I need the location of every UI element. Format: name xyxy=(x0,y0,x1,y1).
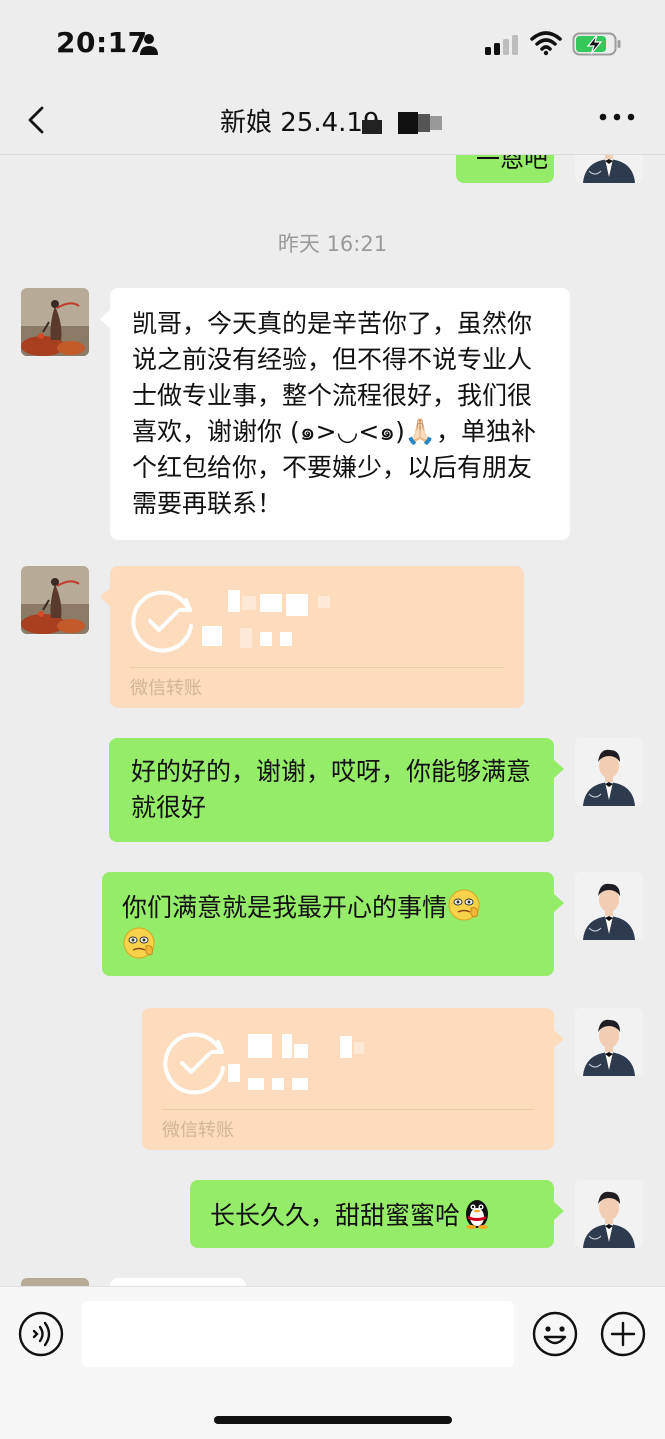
smirk-emoji-icon xyxy=(447,888,481,922)
message-text: 凯哥，今天真的是辛苦你了，虽然你说之前没有经验，但不得不说专业人士做专业事，整个… xyxy=(132,309,537,518)
transfer-divider xyxy=(162,1109,534,1110)
penguin-emoji-icon xyxy=(460,1196,494,1230)
transfer-card[interactable]: 微信转账 xyxy=(100,566,524,708)
message-text: 一恩吧 xyxy=(476,155,548,173)
avatar[interactable] xyxy=(575,1180,643,1248)
avatar-partial xyxy=(21,1278,89,1286)
smirk-emoji-icon xyxy=(122,926,156,960)
message-body: 你们满意就是我最开心的事情 xyxy=(122,888,534,964)
avatar[interactable] xyxy=(21,288,89,356)
status-time: 20:17 xyxy=(56,26,148,59)
message-bubble-partial xyxy=(110,1278,246,1286)
message-input[interactable] xyxy=(82,1301,514,1367)
message-text: 你们满意就是我最开心的事情 xyxy=(122,893,448,922)
signal-icon xyxy=(485,35,518,55)
nav-divider xyxy=(0,154,665,155)
redacted-title-block xyxy=(362,112,442,134)
avatar[interactable] xyxy=(575,738,643,806)
message-bubble[interactable]: 好的好的，谢谢，哎呀，你能够满意就很好 xyxy=(109,738,564,842)
message-text: 长长久久，甜甜蜜蜜哈 xyxy=(210,1201,461,1230)
transfer-label: 微信转账 xyxy=(162,1120,234,1141)
battery-charging-icon xyxy=(572,32,621,56)
status-bar: 20:17 xyxy=(0,0,665,88)
transfer-card[interactable]: 微信转账 xyxy=(142,1008,564,1150)
message-text: 好的好的，谢谢，哎呀，你能够满意就很好 xyxy=(131,757,532,822)
transfer-check-icon xyxy=(162,1028,230,1096)
more-dots-icon[interactable] xyxy=(598,110,636,124)
voice-icon[interactable] xyxy=(18,1311,64,1357)
avatar[interactable] xyxy=(575,872,643,940)
message-bubble[interactable]: 凯哥，今天真的是辛苦你了，虽然你说之前没有经验，但不得不说专业人士做专业事，整个… xyxy=(100,288,570,540)
timestamp: 昨天 16:21 xyxy=(277,232,388,256)
message-bubble-partial[interactable]: 一恩吧 xyxy=(456,155,554,183)
transfer-divider xyxy=(130,667,504,668)
message-bubble[interactable]: 长长久久，甜甜蜜蜜哈 xyxy=(190,1180,564,1248)
transfer-label: 微信转账 xyxy=(130,678,202,699)
wifi-icon xyxy=(530,31,562,56)
message-body: 长长久久，甜甜蜜蜜哈 xyxy=(210,1196,534,1234)
avatar[interactable] xyxy=(575,155,643,183)
chevron-left-icon[interactable] xyxy=(22,100,52,140)
chat-title: 新娘 25.4.19 xyxy=(220,108,380,138)
message-bubble[interactable]: 你们满意就是我最开心的事情 xyxy=(102,872,564,976)
avatar[interactable] xyxy=(575,1008,643,1076)
plus-icon[interactable] xyxy=(600,1311,646,1357)
avatar[interactable] xyxy=(21,566,89,634)
home-indicator xyxy=(214,1416,452,1424)
nav-bar: 新娘 25.4.19 xyxy=(0,88,665,156)
transfer-check-icon xyxy=(130,586,198,654)
person-icon xyxy=(140,34,158,55)
emoji-face-icon[interactable] xyxy=(532,1311,578,1357)
